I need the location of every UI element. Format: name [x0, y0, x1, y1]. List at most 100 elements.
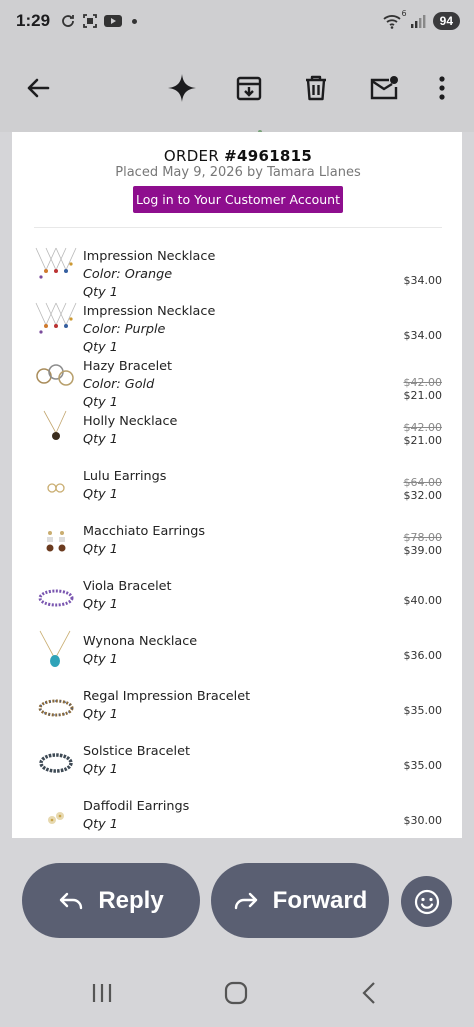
gemini-button[interactable] [162, 68, 202, 108]
item-qty: Qty 1 [83, 487, 118, 502]
item-qty: Qty 1 [83, 762, 118, 777]
item-price: $30.00 [403, 814, 443, 827]
home-button[interactable] [216, 977, 256, 1009]
item-price: $35.00 [403, 759, 443, 772]
product-thumbnail[interactable] [34, 794, 78, 838]
wifi-icon: 6 [383, 9, 407, 29]
item-price: $40.00 [403, 594, 443, 607]
item-info: Daffodil Earrings Qty 1 [83, 798, 189, 834]
status-time: 1:29 [16, 11, 51, 30]
emoji-reaction-button[interactable] [401, 876, 452, 927]
item-price-block: $30.00 [404, 814, 443, 827]
item-price: $32.00 [403, 489, 443, 502]
battery-indicator: 94 [432, 12, 460, 30]
item-name: Viola Bracelet [83, 579, 172, 594]
item-price-block: $34.00 [404, 329, 443, 342]
product-thumbnail[interactable] [34, 409, 78, 457]
product-thumbnail[interactable] [34, 464, 78, 512]
email-body: ORDER #4961815 Placed May 9, 2026 by Tam… [12, 132, 462, 838]
sync-icon [62, 15, 74, 27]
item-price-block: $64.00 $32.00 [404, 476, 443, 502]
item-name: Daffodil Earrings [83, 799, 190, 814]
item-info: Solstice Bracelet Qty 1 [83, 743, 190, 779]
order-item-row: Macchiato Earrings Qty 1 $78.00 $39.00 [34, 517, 442, 572]
item-info: Wynona Necklace Qty 1 [83, 633, 197, 669]
product-thumbnail[interactable] [34, 354, 78, 402]
order-item-row: Regal Impression Bracelet Qty 1 $35.00 [34, 682, 442, 737]
item-info: Impression Necklace Color: Orange Qty 1 [83, 248, 215, 302]
item-price: $21.00 [403, 389, 443, 402]
item-name: Solstice Bracelet [83, 744, 190, 759]
item-info: Regal Impression Bracelet Qty 1 [83, 688, 250, 724]
item-name: Holly Necklace [83, 414, 178, 429]
sparkle-icon [168, 74, 196, 102]
item-price-block: $78.00 $39.00 [404, 531, 443, 557]
status-bar: 1:29 6 94 [0, 0, 474, 46]
order-prefix: ORDER [163, 147, 225, 165]
item-original-price: $42.00 [403, 376, 443, 389]
item-name: Lulu Earrings [83, 469, 167, 484]
forward-button[interactable]: Forward [211, 863, 389, 938]
item-color: Color: Gold [83, 377, 155, 392]
item-info: Lulu Earrings Qty 1 [83, 468, 166, 504]
item-price-block: $34.00 [404, 274, 443, 287]
order-item-row: Hazy Bracelet Color: Gold Qty 1 $42.00 $21.0… [34, 352, 443, 410]
order-title: ORDER #4961815 [34, 147, 442, 165]
screenshot-icon [83, 14, 97, 28]
order-number: #4961815 [224, 147, 313, 165]
item-original-price: $78.00 [403, 531, 443, 544]
order-header: ORDER #4961815 Placed May 9, 2026 by Tam… [34, 132, 442, 228]
item-price: $35.00 [403, 704, 443, 717]
order-item-row: Holly Necklace Qty 1 $42.00 $21.00 [34, 407, 442, 462]
item-info: Holly Necklace Qty 1 [83, 413, 177, 449]
product-thumbnail[interactable] [34, 684, 78, 732]
reply-button[interactable]: Reply [22, 863, 200, 938]
archive-button[interactable] [229, 68, 269, 108]
youtube-icon [104, 15, 122, 27]
system-nav-bar [0, 973, 474, 1013]
item-name: Macchiato Earrings [83, 524, 206, 539]
mark-unread-button[interactable] [364, 68, 404, 108]
item-price: $34.00 [403, 274, 443, 287]
product-thumbnail[interactable] [34, 629, 78, 677]
arrow-left-icon [27, 78, 50, 98]
back-button[interactable] [18, 68, 58, 108]
forward-icon [234, 892, 257, 909]
item-price: $34.00 [403, 329, 443, 342]
more-options-button[interactable] [422, 68, 462, 108]
recents-icon [92, 984, 112, 1002]
home-icon [224, 981, 248, 1005]
archive-icon [236, 76, 262, 101]
item-price-block: $35.00 [404, 759, 443, 772]
order-item-row: Solstice Bracelet Qty 1 $35.00 [34, 737, 442, 792]
reply-label: Reply [98, 886, 164, 914]
more-vert-icon [439, 76, 445, 100]
delete-button[interactable] [296, 68, 336, 108]
product-thumbnail[interactable] [34, 519, 78, 567]
item-price-block: $35.00 [404, 704, 443, 717]
product-thumbnail[interactable] [34, 574, 78, 622]
order-item-row: Wynona Necklace Qty 1 $36.00 [34, 627, 442, 682]
order-item-row: Impression Necklace Color: Orange Qty 1 $34… [34, 242, 443, 300]
reply-icon [60, 892, 83, 909]
item-color: Color: Orange [83, 267, 173, 282]
item-original-price: $42.00 [403, 421, 443, 434]
item-name: Impression Necklace [83, 249, 216, 264]
nav-back-button[interactable] [349, 977, 389, 1009]
customer-login-button[interactable]: Log in to Your Customer Account [133, 186, 343, 213]
order-item-row: Daffodil Earrings Qty 1 $30.00 [34, 792, 442, 838]
item-price: $36.00 [403, 649, 443, 662]
order-item-row: Impression Necklace Color: Purple Qty 1 $34… [34, 297, 443, 355]
product-thumbnail[interactable] [34, 299, 78, 347]
item-name: Hazy Bracelet [83, 359, 173, 374]
signal-icon [410, 15, 426, 28]
item-price-block: $40.00 [404, 594, 443, 607]
trash-icon [306, 75, 326, 101]
product-thumbnail[interactable] [34, 244, 78, 292]
item-qty: Qty 1 [83, 707, 118, 722]
item-price-block: $36.00 [404, 649, 443, 662]
item-qty: Qty 1 [83, 597, 118, 612]
item-qty: Qty 1 [83, 432, 118, 447]
recents-button[interactable] [82, 977, 122, 1009]
product-thumbnail[interactable] [34, 739, 78, 787]
